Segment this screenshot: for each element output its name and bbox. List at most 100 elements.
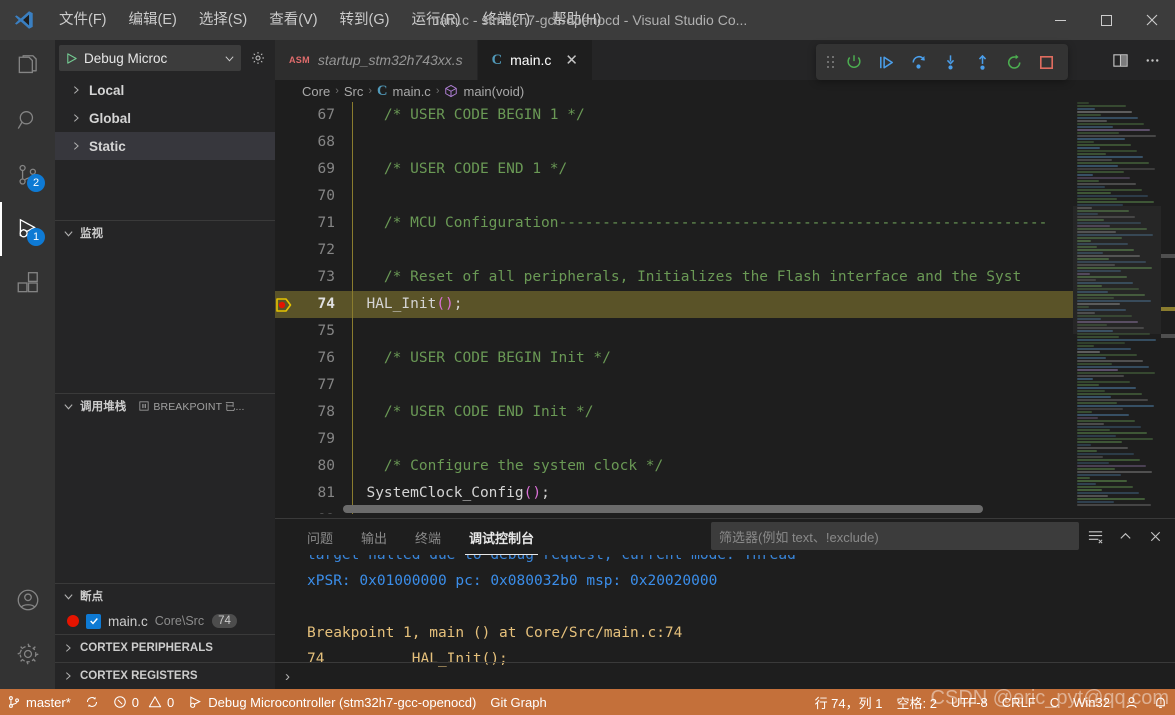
code-line[interactable]: 73 /* Reset of all peripherals, Initiali… <box>275 264 1175 291</box>
menu-selection[interactable]: 选择(S) <box>188 5 258 35</box>
line-content[interactable]: SystemClock_Config(); <box>349 480 549 507</box>
code-line[interactable]: 70 <box>275 183 1175 210</box>
chevron-down-icon[interactable] <box>61 401 75 412</box>
close-panel-icon[interactable] <box>1141 522 1169 550</box>
line-content[interactable]: /* USER CODE END Init */ <box>349 399 594 426</box>
menu-go[interactable]: 转到(G) <box>329 5 401 35</box>
debug-console-filter-input[interactable]: 筛选器(例如 text、!exclude) <box>711 522 1079 550</box>
variables-row-global[interactable]: Global <box>55 104 275 132</box>
status-sync[interactable] <box>78 689 106 715</box>
debug-console-output[interactable]: target halted due to debug request, curr… <box>275 555 1175 689</box>
tab-main-c[interactable]: C main.c ✕ <box>477 40 593 80</box>
chevron-down-icon[interactable] <box>61 591 75 602</box>
code-line[interactable]: 71 /* MCU Configuration-----------------… <box>275 210 1175 237</box>
chevron-right-icon[interactable] <box>69 113 83 123</box>
panel-tab-terminal[interactable]: 终端 <box>401 519 455 555</box>
step-over-icon[interactable] <box>902 47 934 77</box>
status-encoding[interactable]: UTF-8 <box>944 689 995 715</box>
status-debug-session[interactable]: Debug Microcontroller (stm32h7-gcc-openo… <box>181 689 483 715</box>
status-git-graph[interactable]: Git Graph <box>483 689 553 715</box>
panel-tab-problems[interactable]: 问题 <box>293 519 347 555</box>
status-account-icon[interactable] <box>1117 689 1146 715</box>
tab-close-icon[interactable]: ✕ <box>565 51 578 69</box>
variables-row-local[interactable]: Local <box>55 76 275 104</box>
disconnect-icon[interactable] <box>838 47 870 77</box>
status-cursor-position[interactable]: 行 74，列 1 <box>808 689 890 715</box>
status-notifications-bell-icon[interactable] <box>1146 689 1175 715</box>
drag-handle-icon[interactable] <box>822 53 838 71</box>
callstack-pane-header[interactable]: 调用堆栈 BREAKPOINT 已... <box>55 394 275 418</box>
code-editor[interactable]: 67 /* USER CODE BEGIN 1 */ 68 69 /* USER C… <box>275 102 1175 514</box>
debug-console-prompt[interactable]: › <box>285 668 290 685</box>
clear-console-icon[interactable] <box>1081 522 1109 550</box>
watch-pane-header[interactable]: 监视 <box>55 221 275 245</box>
menu-edit[interactable]: 编辑(E) <box>118 5 188 35</box>
panel-tab-output[interactable]: 输出 <box>347 519 401 555</box>
editor-horizontal-scrollbar[interactable] <box>301 504 1073 514</box>
menu-file[interactable]: 文件(F) <box>48 5 118 35</box>
code-line[interactable]: 80 /* Configure the system clock */ <box>275 453 1175 480</box>
code-line[interactable]: 78 /* USER CODE END Init */ <box>275 399 1175 426</box>
breakpoint-checkbox[interactable] <box>86 613 101 629</box>
line-content[interactable]: /* USER CODE BEGIN Init */ <box>349 345 611 372</box>
menu-help[interactable]: 帮助(H) <box>541 5 612 35</box>
menu-run[interactable]: 运行(R) <box>400 5 471 35</box>
variables-row-static[interactable]: Static <box>55 132 275 161</box>
panel-tab-debug-console[interactable]: 调试控制台 <box>455 519 548 555</box>
start-debug-icon[interactable] <box>65 52 78 65</box>
activity-manage-settings[interactable] <box>0 627 55 681</box>
debug-configuration-select[interactable]: Debug Microc <box>59 45 241 72</box>
menu-terminal[interactable]: 终端(T) <box>472 5 542 35</box>
minimize-button[interactable] <box>1037 0 1083 40</box>
minimap-slider[interactable] <box>1073 206 1161 334</box>
tab-startup-stm32h743xx-s[interactable]: ASM startup_stm32h743xx.s <box>275 40 478 80</box>
code-line[interactable]: 69 /* USER CODE END 1 */ <box>275 156 1175 183</box>
activity-extensions[interactable] <box>0 256 55 310</box>
more-actions-icon[interactable] <box>1137 45 1167 75</box>
breadcrumb-core[interactable]: Core <box>302 84 330 99</box>
chevron-right-icon[interactable] <box>69 141 83 151</box>
code-line[interactable]: 77 <box>275 372 1175 399</box>
breadcrumb-src[interactable]: Src <box>344 84 364 99</box>
close-button[interactable] <box>1129 0 1175 40</box>
activity-explorer[interactable] <box>0 40 55 94</box>
code-lines[interactable]: 67 /* USER CODE BEGIN 1 */ 68 69 /* USER C… <box>275 102 1175 514</box>
activity-accounts[interactable] <box>0 573 55 627</box>
chevron-right-icon[interactable] <box>61 643 75 653</box>
step-into-icon[interactable] <box>934 47 966 77</box>
breadcrumb-symbol[interactable]: main(void) <box>463 84 524 99</box>
cortex-peripherals-pane-header[interactable]: CORTEX PERIPHERALS <box>55 634 275 661</box>
line-content[interactable]: /* USER CODE BEGIN 1 */ <box>349 102 585 129</box>
code-line[interactable]: 75 <box>275 318 1175 345</box>
breakpoints-pane-header[interactable]: 断点 <box>55 584 275 608</box>
debug-settings-gear-icon[interactable] <box>247 47 269 69</box>
chevron-down-icon[interactable] <box>61 228 75 239</box>
chevron-right-icon[interactable] <box>69 85 83 95</box>
activity-source-control[interactable]: 2 <box>0 148 55 202</box>
breakpoint-marker-icon[interactable] <box>275 296 301 314</box>
continue-icon[interactable] <box>870 47 902 77</box>
status-platform[interactable]: Win32 <box>1066 689 1117 715</box>
maximize-button[interactable] <box>1083 0 1129 40</box>
collapse-panel-icon[interactable] <box>1111 522 1139 550</box>
status-branch[interactable]: master* <box>0 689 78 715</box>
restart-icon[interactable] <box>998 47 1030 77</box>
line-content[interactable]: /* MCU Configuration--------------------… <box>349 210 1047 237</box>
code-line[interactable]: 68 <box>275 129 1175 156</box>
status-indentation[interactable]: 空格: 2 <box>889 689 943 715</box>
line-content[interactable]: /* Configure the system clock */ <box>349 453 663 480</box>
chevron-right-icon[interactable] <box>61 671 75 681</box>
code-line[interactable]: 81 SystemClock_Config(); <box>275 480 1175 507</box>
stop-icon[interactable] <box>1030 47 1062 77</box>
editor-vertical-scrollbar[interactable] <box>1161 102 1175 514</box>
status-language-mode[interactable]: C <box>1043 689 1066 715</box>
activity-run-and-debug[interactable]: 1 <box>0 202 55 256</box>
code-line[interactable]: 79 <box>275 426 1175 453</box>
editor-horizontal-scrollbar-thumb[interactable] <box>343 505 983 513</box>
line-content[interactable]: /* Reset of all peripherals, Initializes… <box>349 264 1021 291</box>
cortex-registers-pane-header[interactable]: CORTEX REGISTERS <box>55 661 275 689</box>
status-eol[interactable]: CRLF <box>995 689 1043 715</box>
line-content[interactable]: /* USER CODE END 1 */ <box>349 156 567 183</box>
chevron-down-icon[interactable] <box>224 53 235 64</box>
breakpoint-list-item[interactable]: main.c Core\Src 74 <box>55 608 275 634</box>
